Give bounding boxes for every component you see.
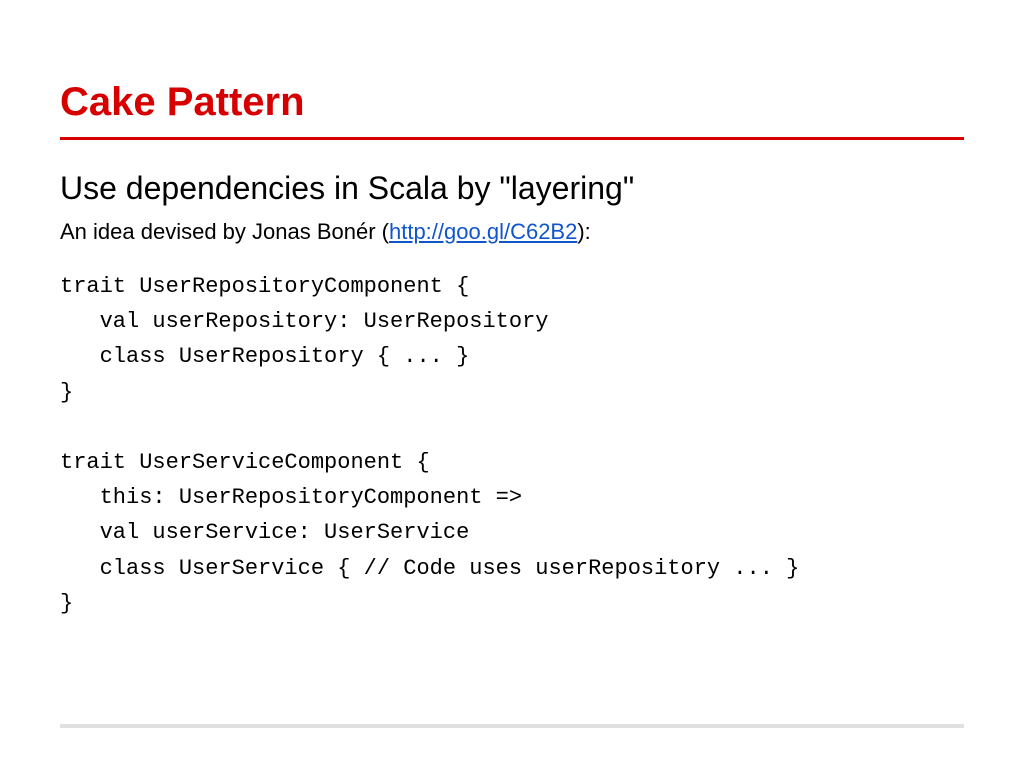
slide-title: Cake Pattern <box>60 80 964 125</box>
slide-subtitle: Use dependencies in Scala by "layering" <box>60 170 964 207</box>
bottom-divider <box>60 724 964 728</box>
slide-container: Cake Pattern Use dependencies in Scala b… <box>0 0 1024 768</box>
code-block: trait UserRepositoryComponent { val user… <box>60 269 964 621</box>
byline-suffix: ): <box>577 219 590 244</box>
byline-prefix: An idea devised by Jonas Bonér ( <box>60 219 389 244</box>
byline: An idea devised by Jonas Bonér (http://g… <box>60 219 964 245</box>
byline-link[interactable]: http://goo.gl/C62B2 <box>389 219 577 244</box>
title-divider <box>60 137 964 140</box>
